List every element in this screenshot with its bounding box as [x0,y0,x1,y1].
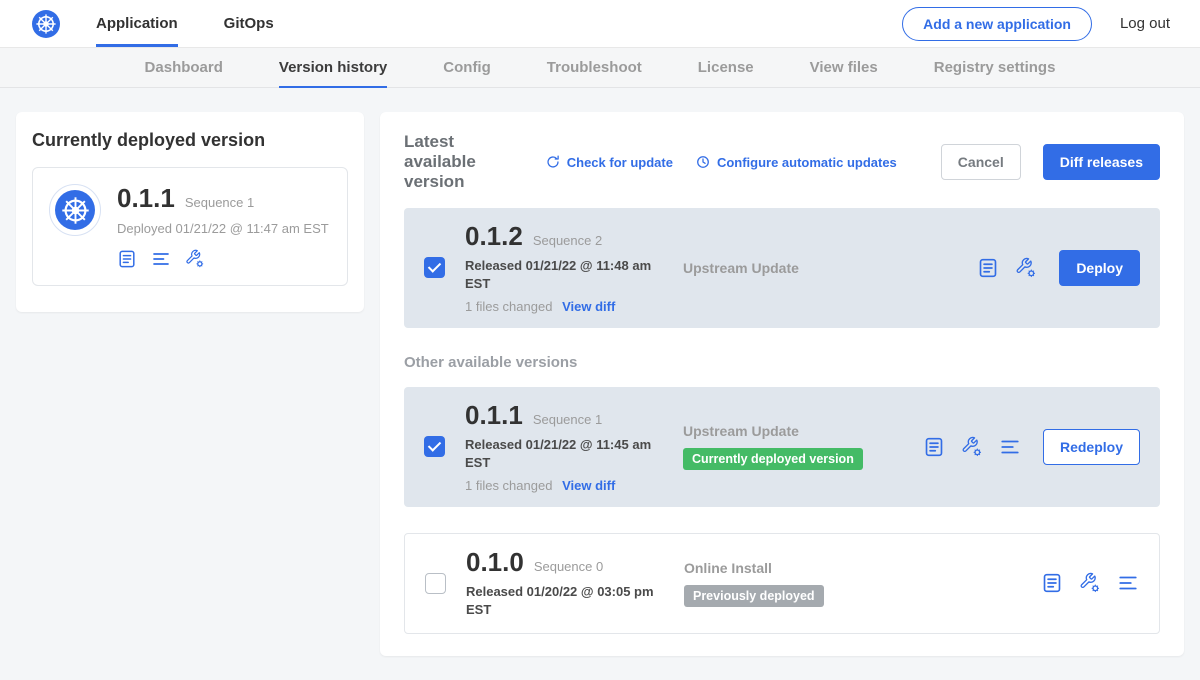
configure-automatic-updates-label: Configure automatic updates [717,155,897,170]
version-source-label: Upstream Update [683,260,923,276]
refresh-icon [545,154,561,170]
version-number: 0.1.1 [465,401,523,430]
sequence-label: Sequence 0 [534,559,603,574]
top-navbar-right: Add a new application Log out [902,0,1170,47]
view-files-icon[interactable] [999,436,1021,458]
subnav-item-version-history[interactable]: Version history [279,48,387,87]
subnav-item-dashboard[interactable]: Dashboard [145,48,223,87]
check-for-update-link[interactable]: Check for update [545,154,673,170]
files-changed-label: 1 files changed [465,299,552,314]
edit-config-icon[interactable] [961,436,983,458]
deployed-version-number: 0.1.1 [117,184,175,213]
subnav-item-config[interactable]: Config [443,48,490,87]
version-checkbox[interactable] [424,257,445,278]
deployed-version-card: 0.1.1 Sequence 1 Deployed 01/21/22 @ 11:… [32,167,348,286]
files-changed-label: 1 files changed [465,478,552,493]
top-nav-tabs: Application GitOps [96,0,274,47]
subnav-item-view-files[interactable]: View files [810,48,878,87]
view-diff-link[interactable]: View diff [562,299,615,314]
redeploy-button[interactable]: Redeploy [1043,429,1140,465]
version-number: 0.1.2 [465,222,523,251]
top-navbar: Application GitOps Add a new application… [0,0,1200,48]
release-notes-icon[interactable] [977,257,999,279]
released-timestamp: Released 01/21/22 @ 11:45 am EST [465,436,657,472]
subnav-item-license[interactable]: License [698,48,754,87]
schedule-icon [695,154,711,170]
diff-releases-button[interactable]: Diff releases [1043,144,1160,180]
deploy-button[interactable]: Deploy [1059,250,1140,286]
version-row-actions [1041,572,1139,594]
configure-automatic-updates-link[interactable]: Configure automatic updates [695,154,897,170]
cancel-button[interactable]: Cancel [941,144,1021,180]
previously-deployed-badge: Previously deployed [684,585,824,607]
version-history-panel: Latest available version Check for updat… [380,112,1184,656]
release-notes-icon[interactable] [1041,572,1063,594]
version-row-actions: Deploy [977,250,1140,286]
version-source-col: Online Install Previously deployed [684,560,924,607]
version-row-0-1-1: 0.1.1 Sequence 1 Released 01/21/22 @ 11:… [404,387,1160,507]
add-new-application-button[interactable]: Add a new application [902,7,1092,41]
deployed-sequence-label: Sequence 1 [185,195,254,210]
nav-tab-gitops[interactable]: GitOps [224,0,274,47]
sequence-label: Sequence 1 [533,412,602,427]
latest-version-header: Latest available version Check for updat… [404,132,1160,192]
sequence-label: Sequence 2 [533,233,602,248]
version-number: 0.1.0 [466,548,524,577]
edit-config-icon[interactable] [185,249,205,269]
logout-link[interactable]: Log out [1120,15,1170,32]
released-timestamp: Released 01/20/22 @ 03:05 pm EST [466,583,658,619]
app-kubernetes-icon [49,184,101,236]
view-files-icon[interactable] [1117,572,1139,594]
app-subnav: Dashboard Version history Config Trouble… [0,48,1200,88]
currently-deployed-badge: Currently deployed version [683,448,863,470]
subnav-item-troubleshoot[interactable]: Troubleshoot [547,48,642,87]
version-row-0-1-0: 0.1.0 Sequence 0 Released 01/20/22 @ 03:… [404,533,1160,634]
version-checkbox[interactable] [425,573,446,594]
version-source-col: Upstream Update Currently deployed versi… [683,423,923,470]
release-notes-icon[interactable] [117,249,137,269]
version-checkbox[interactable] [424,436,445,457]
version-info: 0.1.2 Sequence 2 Released 01/21/22 @ 11:… [465,222,683,314]
latest-version-title: Latest available version [404,132,523,192]
nav-tab-application-label: Application [96,15,178,32]
other-versions-title: Other available versions [404,354,1160,371]
view-diff-link[interactable]: View diff [562,478,615,493]
files-changed-line: 1 files changed View diff [465,478,683,493]
files-changed-line: 1 files changed View diff [465,299,683,314]
nav-tab-gitops-label: GitOps [224,15,274,32]
version-source-label: Online Install [684,560,924,576]
edit-config-icon[interactable] [1015,257,1037,279]
currently-deployed-panel: Currently deployed version 0.1.1 Sequenc… [16,112,364,312]
version-source-col: Upstream Update [683,260,923,276]
edit-config-icon[interactable] [1079,572,1101,594]
deployed-timestamp: Deployed 01/21/22 @ 11:47 am EST [117,221,329,236]
version-row-0-1-2: 0.1.2 Sequence 2 Released 01/21/22 @ 11:… [404,208,1160,328]
nav-tab-application[interactable]: Application [96,0,178,47]
deployed-version-details: 0.1.1 Sequence 1 Deployed 01/21/22 @ 11:… [117,184,329,269]
version-info: 0.1.0 Sequence 0 Released 01/20/22 @ 03:… [466,548,684,619]
check-for-update-label: Check for update [567,155,673,170]
main-content: Currently deployed version 0.1.1 Sequenc… [0,88,1200,680]
deployed-version-actions [117,249,329,269]
kubernetes-logo-icon [32,10,60,38]
version-info: 0.1.1 Sequence 1 Released 01/21/22 @ 11:… [465,401,683,493]
currently-deployed-title: Currently deployed version [32,130,348,151]
view-files-icon[interactable] [151,249,171,269]
release-notes-icon[interactable] [923,436,945,458]
version-source-label: Upstream Update [683,423,923,439]
released-timestamp: Released 01/21/22 @ 11:48 am EST [465,257,657,293]
subnav-item-registry-settings[interactable]: Registry settings [934,48,1056,87]
version-row-actions: Redeploy [923,429,1140,465]
